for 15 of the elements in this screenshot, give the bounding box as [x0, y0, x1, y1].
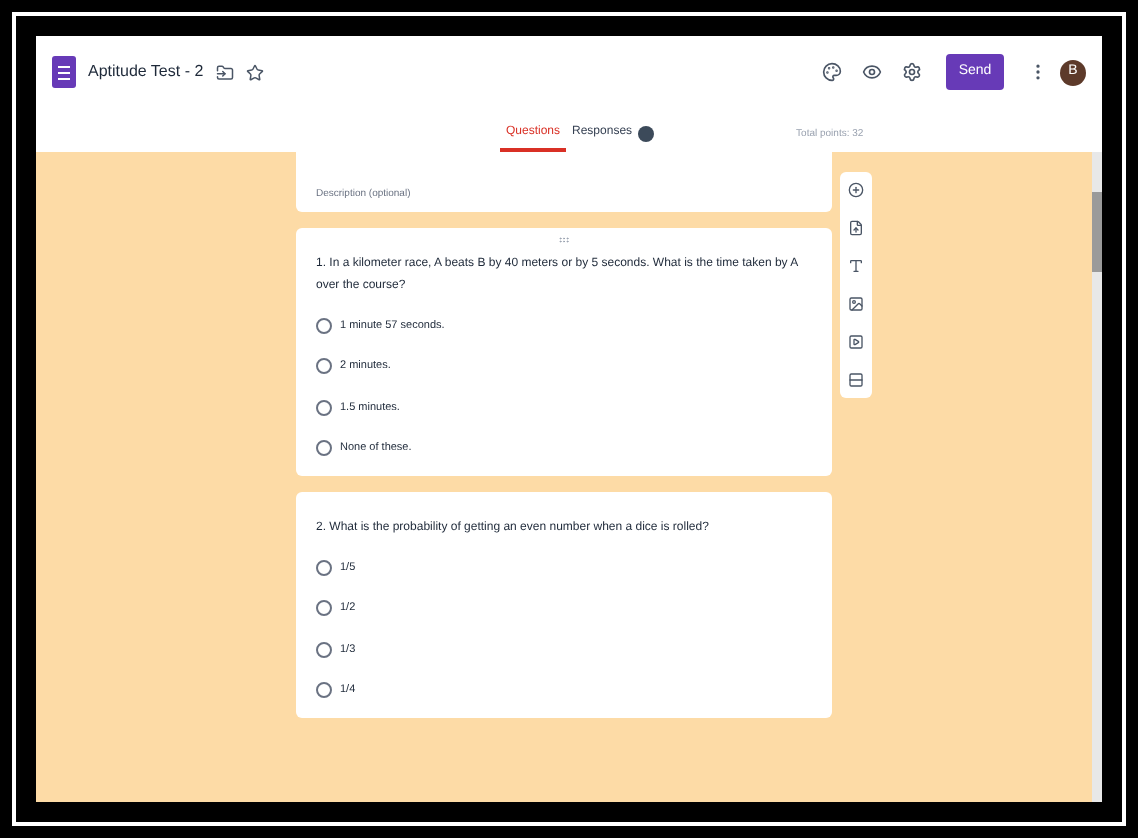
- folder-icon[interactable]: [215, 63, 234, 81]
- palette-icon[interactable]: [822, 62, 842, 82]
- star-icon[interactable]: [245, 63, 264, 81]
- count-badge-icon: [638, 125, 655, 141]
- form-title[interactable]: Aptitude Test - 2: [88, 60, 204, 84]
- image-icon[interactable]: [848, 296, 864, 312]
- add-question-icon[interactable]: [848, 182, 864, 198]
- settings-icon[interactable]: [902, 62, 922, 82]
- forms-logo-icon[interactable]: [52, 56, 76, 88]
- title-text-icon[interactable]: [848, 258, 864, 274]
- section-icon[interactable]: [848, 372, 864, 388]
- import-icon[interactable]: [848, 220, 864, 236]
- scrollbar-thumb[interactable]: [1092, 192, 1102, 272]
- preview-icon[interactable]: [862, 62, 882, 82]
- video-icon[interactable]: [848, 334, 864, 350]
